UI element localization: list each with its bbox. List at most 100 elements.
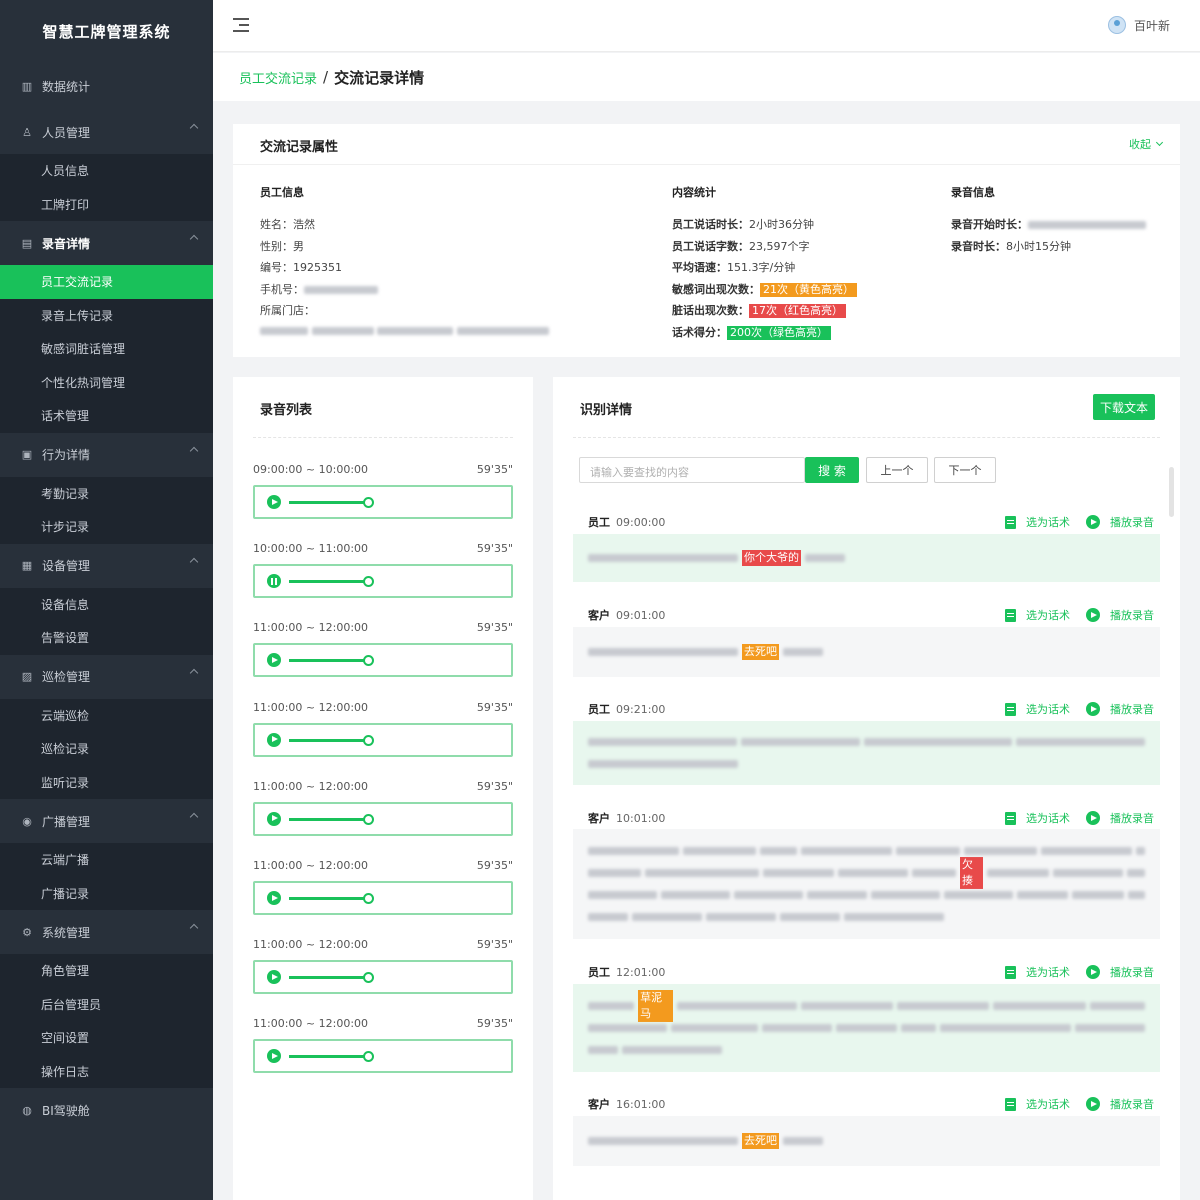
sidebar-item-patrol[interactable]: ▨ 巡检管理 [0, 655, 213, 699]
play-recording-link[interactable]: 播放录音 [1110, 514, 1154, 530]
play-recording-link[interactable]: 播放录音 [1110, 1096, 1154, 1112]
sidebar-subitem-cloud-broadcast[interactable]: 云端广播 [0, 843, 213, 877]
progress-handle[interactable] [363, 813, 374, 825]
sidebar-subitem-attendance[interactable]: 考勤记录 [0, 477, 213, 511]
play-recording-link[interactable]: 播放录音 [1110, 607, 1154, 623]
sidebar-item-people[interactable]: ♙ 人员管理 [0, 110, 213, 154]
progress-handle[interactable] [363, 1051, 374, 1063]
breadcrumb-parent-link[interactable]: 员工交流记录 [239, 68, 317, 87]
progress-handle[interactable] [363, 972, 374, 984]
recording-item: 11:00:00 ~ 12:00:00 59'35" [253, 780, 513, 836]
play-icon[interactable] [1086, 965, 1100, 979]
play-recording-link[interactable]: 播放录音 [1110, 964, 1154, 980]
sidebar-subitem-patrol-records[interactable]: 巡检记录 [0, 732, 213, 766]
sidebar-subitem-space-settings[interactable]: 空间设置 [0, 1021, 213, 1055]
sidebar-item-device[interactable]: ▦ 设备管理 [0, 544, 213, 588]
play-icon[interactable] [1086, 811, 1100, 825]
select-script-link[interactable]: 选为话术 [1026, 701, 1070, 717]
select-script-link[interactable]: 选为话术 [1026, 964, 1070, 980]
recognition-card [553, 377, 1180, 1200]
submenu-people: 人员信息 工牌打印 [0, 154, 213, 221]
progress-handle[interactable] [363, 655, 374, 667]
sidebar-item-data-stats[interactable]: ▥ 数据统计 [0, 62, 213, 110]
dialog-timestamp: 16:01:00 [616, 1098, 666, 1111]
download-text-button[interactable]: 下载文本 [1093, 394, 1155, 420]
progress-handle[interactable] [363, 734, 374, 746]
play-icon[interactable] [1086, 1097, 1100, 1111]
sidebar-item-broadcast[interactable]: ◉ 广播管理 [0, 799, 213, 843]
sidebar-subitem-people-info[interactable]: 人员信息 [0, 154, 213, 188]
play-recording-link[interactable]: 播放录音 [1110, 810, 1154, 826]
progress-handle[interactable] [363, 576, 374, 588]
collapse-toggle[interactable]: 收起 [1129, 136, 1164, 152]
progress-handle[interactable] [363, 497, 374, 508]
sidebar-subitem-badge-print[interactable]: 工牌打印 [0, 188, 213, 222]
document-icon[interactable] [1005, 608, 1016, 622]
select-script-link[interactable]: 选为话术 [1026, 1096, 1070, 1112]
sidebar-subitem-cloud-patrol[interactable]: 云端巡检 [0, 699, 213, 733]
sidebar-item-label: 系统管理 [42, 925, 91, 940]
document-icon[interactable] [1005, 702, 1016, 716]
sidebar-subitem-broadcast-records[interactable]: 广播记录 [0, 877, 213, 911]
play-icon[interactable] [267, 891, 281, 905]
prev-button[interactable]: 上一个 [866, 457, 928, 483]
sidebar-subitem-alarm-settings[interactable]: 告警设置 [0, 621, 213, 655]
recording-info-heading: 录音信息 [951, 186, 995, 199]
sidebar-subitem-monitor-records[interactable]: 监听记录 [0, 766, 213, 800]
speaker-label: 员工 [588, 516, 610, 529]
dialog-bubble: 草泥马 [573, 984, 1160, 1072]
search-button[interactable]: 搜 索 [805, 457, 859, 483]
sidebar-subitem-operation-log[interactable]: 操作日志 [0, 1055, 213, 1089]
select-script-link[interactable]: 选为话术 [1026, 607, 1070, 623]
user-menu[interactable]: 百叶新 [1107, 16, 1170, 34]
play-icon[interactable] [267, 732, 281, 747]
document-icon[interactable] [1005, 515, 1016, 529]
text-line [588, 753, 1145, 775]
sidebar-item-system[interactable]: ⚙ 系统管理 [0, 910, 213, 954]
document-icon[interactable] [1005, 1097, 1016, 1111]
sidebar-subitem-admins[interactable]: 后台管理员 [0, 988, 213, 1022]
pause-icon[interactable] [267, 574, 281, 589]
progress-track[interactable] [289, 501, 367, 504]
sidebar-subitem-employee-records[interactable]: 员工交流记录 [0, 265, 213, 299]
redacted-text [800, 1002, 893, 1010]
select-script-link[interactable]: 选为话术 [1026, 810, 1070, 826]
progress-handle[interactable] [363, 893, 374, 904]
progress-track[interactable] [289, 738, 367, 742]
audio-player [253, 881, 513, 915]
sidebar-subitem-upload-records[interactable]: 录音上传记录 [0, 299, 213, 333]
redacted-text [588, 847, 680, 855]
sidebar-item-bi-cockpit[interactable]: ◍ BI驾驶舱 [0, 1088, 213, 1132]
document-icon[interactable] [1005, 965, 1016, 979]
sidebar-subitem-roles[interactable]: 角色管理 [0, 954, 213, 988]
sidebar-item-recording[interactable]: ▤ 录音详情 [0, 221, 213, 265]
document-icon[interactable] [1005, 811, 1016, 825]
sidebar-item-behavior[interactable]: ▣ 行为详情 [0, 433, 213, 477]
play-icon[interactable] [267, 811, 281, 826]
play-icon[interactable] [267, 653, 281, 668]
redacted-text [963, 847, 1037, 855]
play-icon[interactable] [1086, 608, 1100, 622]
progress-track[interactable] [289, 580, 367, 584]
play-icon[interactable] [1086, 515, 1100, 529]
play-icon[interactable] [267, 495, 281, 509]
progress-track[interactable] [289, 897, 367, 900]
menu-toggle-icon[interactable] [233, 18, 249, 32]
progress-track[interactable] [289, 817, 367, 821]
play-icon[interactable] [267, 1049, 281, 1064]
scrollbar[interactable] [1169, 467, 1174, 517]
play-icon[interactable] [267, 970, 281, 985]
play-recording-link[interactable]: 播放录音 [1110, 701, 1154, 717]
progress-track[interactable] [289, 659, 367, 663]
search-input[interactable]: 请输入要查找的内容 [579, 457, 805, 483]
progress-track[interactable] [289, 1055, 367, 1059]
sidebar-subitem-device-info[interactable]: 设备信息 [0, 588, 213, 622]
sidebar-subitem-hot-words[interactable]: 个性化热词管理 [0, 366, 213, 400]
progress-track[interactable] [289, 976, 367, 980]
sidebar-subitem-sensitive-words[interactable]: 敏感词脏话管理 [0, 332, 213, 366]
next-button[interactable]: 下一个 [934, 457, 996, 483]
sidebar-subitem-steps[interactable]: 计步记录 [0, 510, 213, 544]
sidebar-subitem-scripts[interactable]: 话术管理 [0, 399, 213, 433]
play-icon[interactable] [1086, 702, 1100, 716]
select-script-link[interactable]: 选为话术 [1026, 514, 1070, 530]
